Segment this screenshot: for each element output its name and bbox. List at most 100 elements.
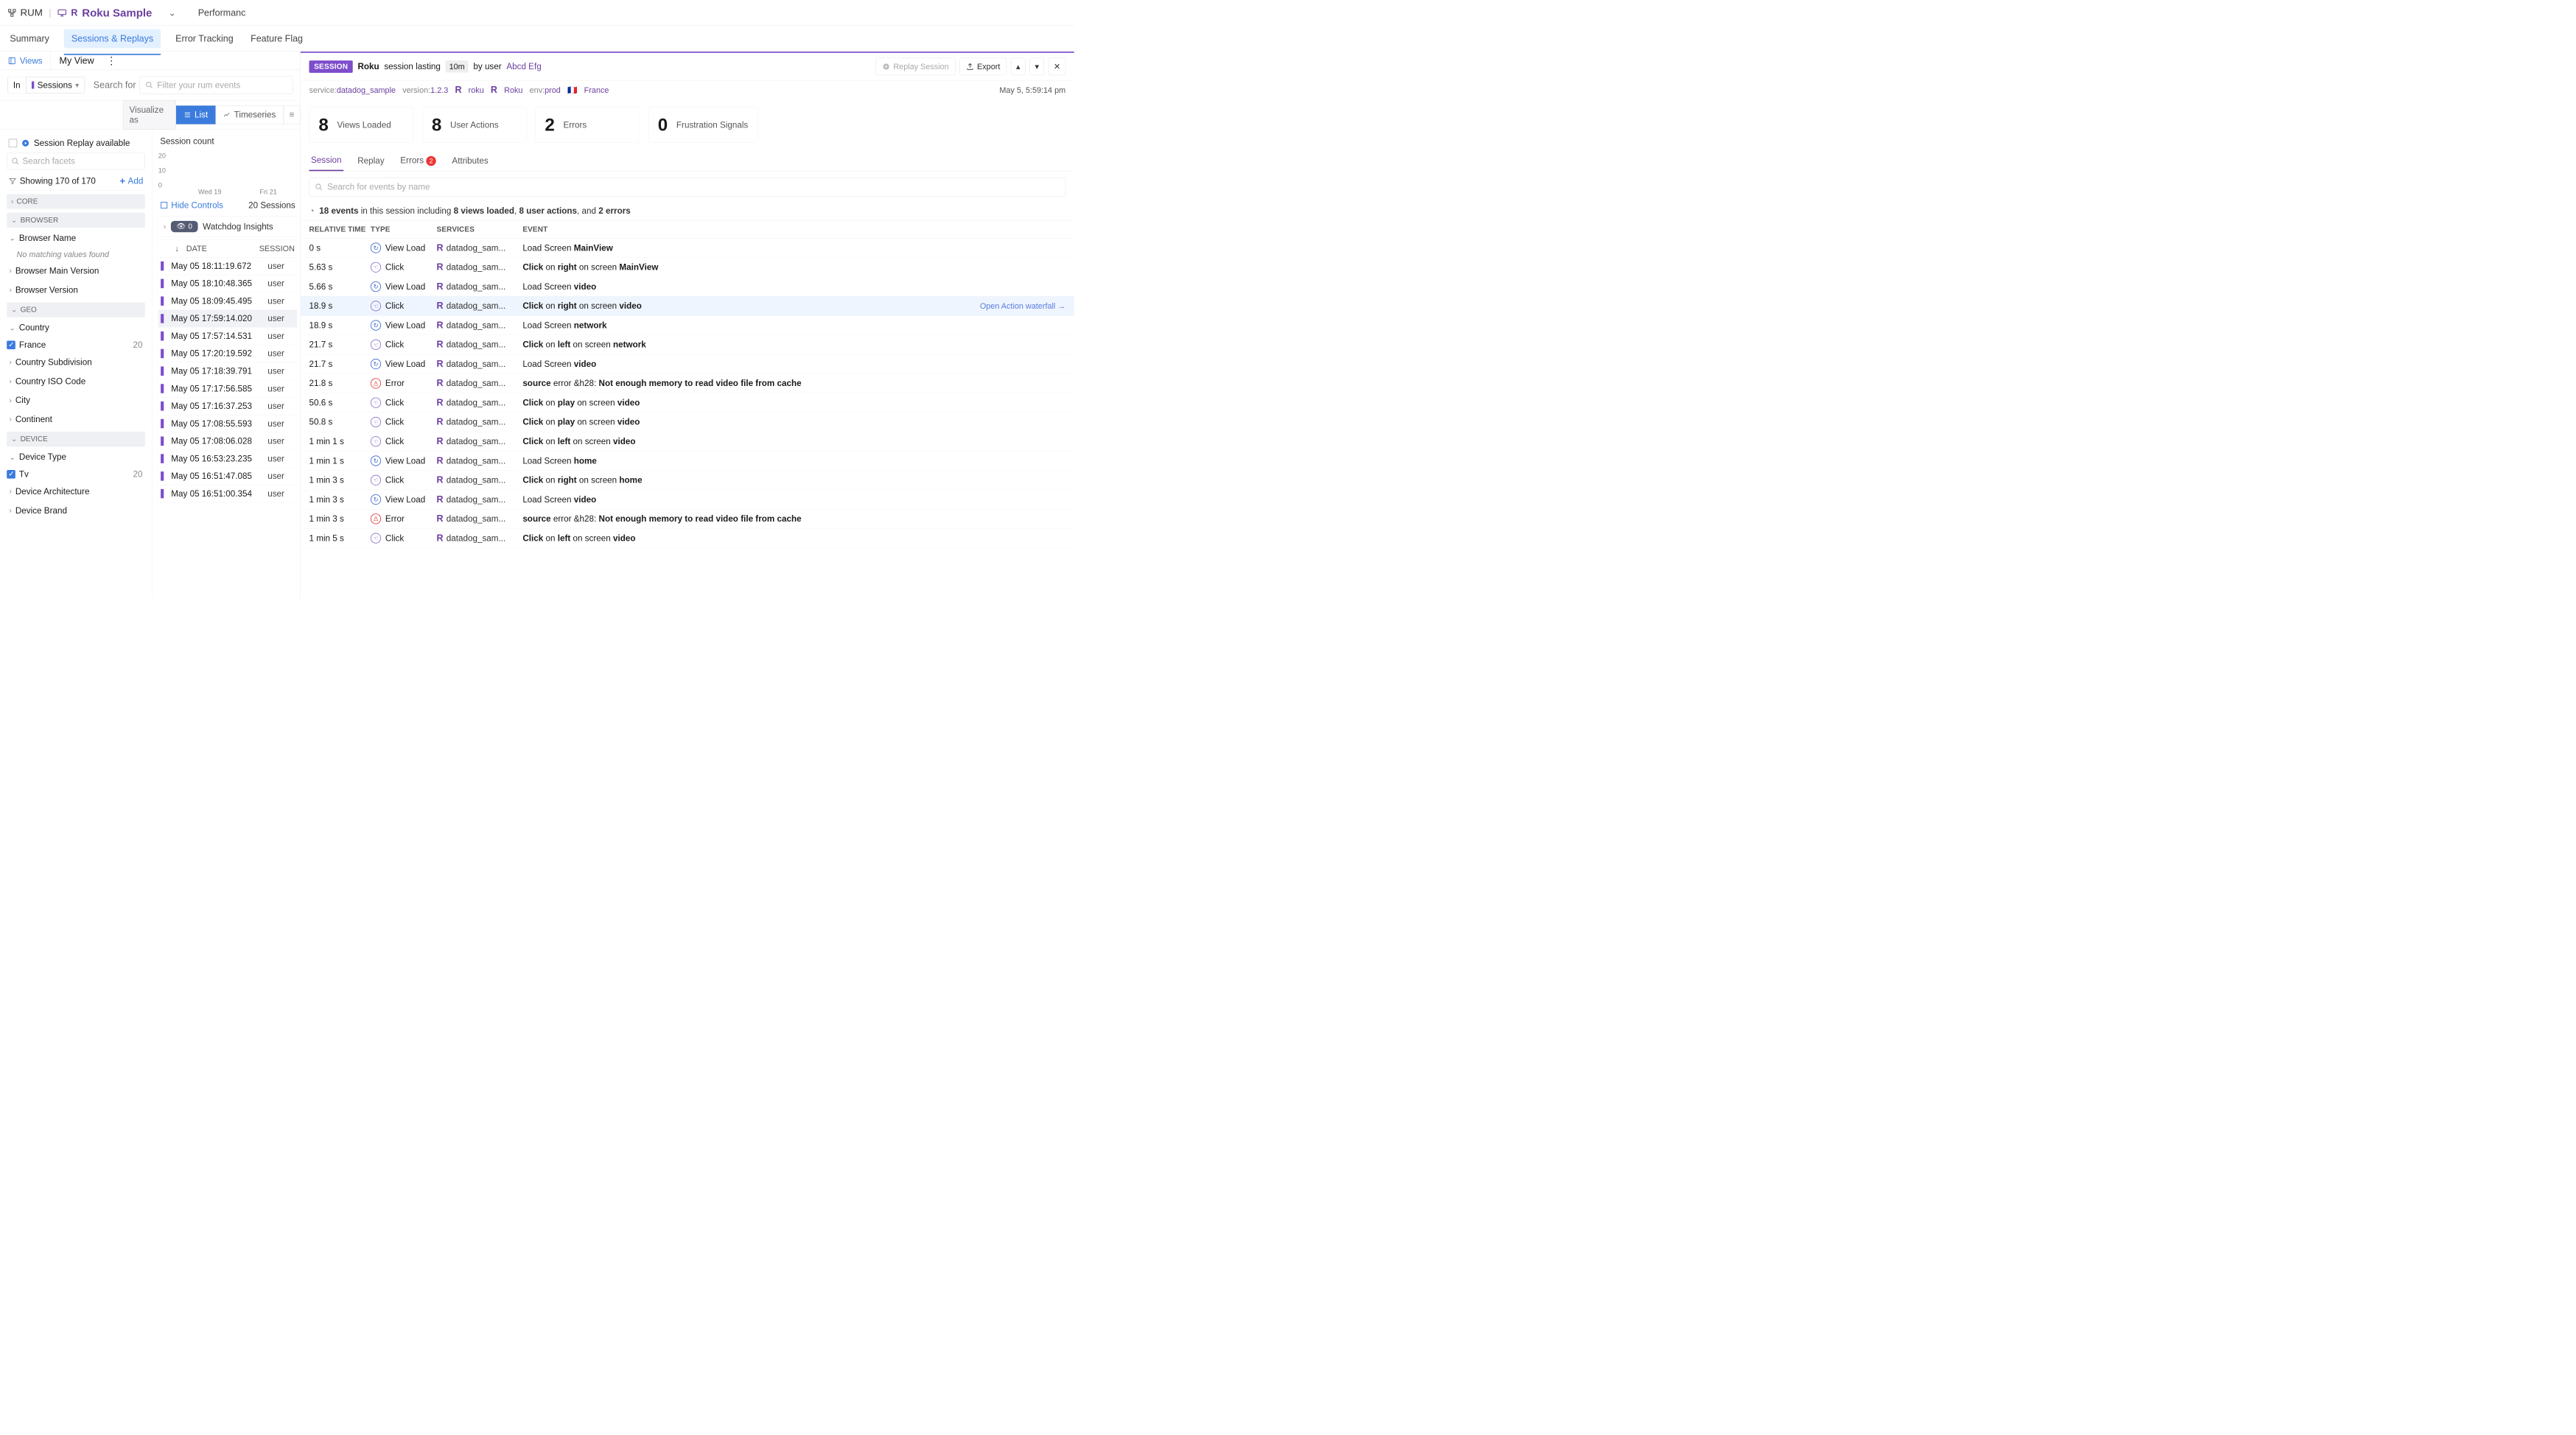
col-type[interactable]: TYPE xyxy=(371,225,437,234)
dtab-session[interactable]: Session xyxy=(309,150,344,171)
session-row[interactable]: May 05 18:10:48.365user xyxy=(158,275,297,292)
session-row[interactable]: May 05 16:51:47.085user xyxy=(158,468,297,485)
metric-card[interactable]: 8User Actions xyxy=(422,107,527,143)
tab-summary[interactable]: Summary xyxy=(7,27,52,51)
facet-group-device[interactable]: ⌄DEVICE xyxy=(7,432,145,446)
metric-card[interactable]: 2Errors xyxy=(535,107,640,143)
col-session[interactable]: SESSION xyxy=(259,244,295,253)
session-row[interactable]: May 05 17:59:14.020user xyxy=(158,310,297,328)
session-row[interactable]: May 05 16:53:23.235user xyxy=(158,450,297,468)
event-row[interactable]: 1 min 3 s☜ClickRdatadog_sam...Click on r… xyxy=(301,471,1074,490)
session-row[interactable]: May 05 16:51:00.354user xyxy=(158,485,297,502)
session-row[interactable]: May 05 17:17:56.585user xyxy=(158,380,297,398)
prev-button[interactable]: ▴ xyxy=(1011,57,1026,75)
tag-roku2[interactable]: Roku xyxy=(504,85,522,95)
next-button[interactable]: ▾ xyxy=(1029,57,1044,75)
viz-list[interactable]: List xyxy=(176,105,216,124)
tab-sessions-replays[interactable]: Sessions & Replays xyxy=(64,29,161,48)
event-row[interactable]: 18.9 s☜ClickRdatadog_sam...Click on righ… xyxy=(301,296,1074,315)
session-row[interactable]: May 05 17:18:39.791user xyxy=(158,362,297,380)
session-row[interactable]: May 05 17:08:06.028user xyxy=(158,432,297,450)
col-date[interactable]: DATE xyxy=(186,244,252,253)
facet-group-geo[interactable]: ⌄GEO xyxy=(7,302,145,317)
event-row[interactable]: 1 min 1 s☜ClickRdatadog_sam...Click on l… xyxy=(301,432,1074,451)
event-row[interactable]: 1 min 3 s↻View LoadRdatadog_sam...Load S… xyxy=(301,490,1074,509)
chevron-down-icon[interactable]: ⌄ xyxy=(166,4,179,21)
event-row[interactable]: 5.66 s↻View LoadRdatadog_sam...Load Scre… xyxy=(301,277,1074,296)
metric-card[interactable]: 8Views Loaded xyxy=(309,107,414,143)
tag-env[interactable]: prod xyxy=(545,85,561,95)
checkbox-tv[interactable] xyxy=(7,470,15,479)
facet-value-france[interactable]: France xyxy=(19,340,46,350)
session-row[interactable]: May 05 17:57:14.531user xyxy=(158,328,297,345)
dtab-replay[interactable]: Replay xyxy=(356,151,386,171)
views-button[interactable]: Views xyxy=(0,52,51,70)
checkbox[interactable] xyxy=(9,138,18,147)
event-row[interactable]: 5.63 s☜ClickRdatadog_sam...Click on righ… xyxy=(301,258,1074,277)
facet-device-type[interactable]: ⌄Device Type xyxy=(7,449,145,466)
facet-country[interactable]: ⌄Country xyxy=(7,319,145,336)
add-facet-button[interactable]: +Add xyxy=(119,175,143,186)
event-row[interactable]: 21.8 s⚠ErrorRdatadog_sam...source error … xyxy=(301,373,1074,393)
session-row[interactable]: May 05 17:20:19.592user xyxy=(158,345,297,362)
facet-city[interactable]: ›City xyxy=(7,392,145,409)
replay-available-filter[interactable]: Session Replay available xyxy=(7,135,145,151)
col-services[interactable]: SERVICES xyxy=(437,225,523,234)
tag-roku[interactable]: roku xyxy=(469,85,484,95)
col-relative-time[interactable]: RELATIVE TIME xyxy=(309,225,371,234)
dtab-attributes[interactable]: Attributes xyxy=(450,151,490,171)
event-row[interactable]: 18.9 s↻View LoadRdatadog_sam...Load Scre… xyxy=(301,316,1074,335)
rum-breadcrumb[interactable]: RUM xyxy=(7,7,43,18)
facet-browser-main[interactable]: ›Browser Main Version xyxy=(7,262,145,279)
tag-country[interactable]: France xyxy=(584,85,609,95)
facet-browser-version[interactable]: ›Browser Version xyxy=(7,281,145,298)
viz-timeseries[interactable]: Timeseries xyxy=(216,105,284,124)
tag-service[interactable]: datadog_sample xyxy=(337,85,396,95)
event-row[interactable]: 1 min 1 s↻View LoadRdatadog_sam...Load S… xyxy=(301,452,1074,471)
session-row[interactable]: May 05 17:08:55.593user xyxy=(158,415,297,432)
scope-sessions-pill[interactable]: Sessions▾ xyxy=(26,77,85,94)
hide-controls-button[interactable]: Hide Controls xyxy=(160,200,223,210)
tab-performance[interactable]: Performanc xyxy=(192,0,253,25)
event-row[interactable]: 21.7 s☜ClickRdatadog_sam...Click on left… xyxy=(301,335,1074,354)
facet-device-arch[interactable]: ›Device Architecture xyxy=(7,483,145,500)
search-input[interactable]: Filter your rum events xyxy=(140,76,293,94)
viz-more[interactable]: ≡ xyxy=(284,105,301,124)
event-row[interactable]: 50.8 s☜ClickRdatadog_sam...Click on play… xyxy=(301,413,1074,432)
watchdog-insights[interactable]: › 👁0 Watchdog Insights xyxy=(158,217,297,237)
facet-country-iso[interactable]: ›Country ISO Code xyxy=(7,373,145,390)
tab-my-view[interactable]: My View xyxy=(51,55,102,66)
event-row[interactable]: 1 min 3 s⚠ErrorRdatadog_sam...source err… xyxy=(301,509,1074,528)
metric-card[interactable]: 0Frustration Signals xyxy=(648,107,757,143)
replay-session-button[interactable]: Replay Session xyxy=(876,57,956,75)
close-button[interactable]: ✕ xyxy=(1049,57,1065,75)
search-facets-input[interactable]: Search facets xyxy=(7,153,145,170)
facet-country-sub[interactable]: ›Country Subdivision xyxy=(7,354,145,371)
dtab-errors[interactable]: Errors2 xyxy=(399,150,438,171)
facet-browser-name[interactable]: ⌄Browser Name xyxy=(7,229,145,246)
facet-device-brand[interactable]: ›Device Brand xyxy=(7,502,145,519)
event-row[interactable]: 0 s↻View LoadRdatadog_sam...Load Screen … xyxy=(301,239,1074,258)
more-icon[interactable]: ⋮ xyxy=(102,55,120,67)
scope-in-pill[interactable]: In xyxy=(7,77,26,94)
facet-group-browser[interactable]: ⌄BROWSER xyxy=(7,213,145,228)
session-row[interactable]: May 05 17:16:37.253user xyxy=(158,398,297,415)
facet-group-core[interactable]: ›CORE xyxy=(7,194,145,209)
event-row[interactable]: 21.7 s↻View LoadRdatadog_sam...Load Scre… xyxy=(301,354,1074,373)
facet-continent[interactable]: ›Continent xyxy=(7,411,145,428)
tag-version[interactable]: 1.2.3 xyxy=(430,85,448,95)
event-row[interactable]: 1 min 5 s☜ClickRdatadog_sam...Click on l… xyxy=(301,529,1074,548)
checkbox-france[interactable] xyxy=(7,340,15,349)
session-count-chart[interactable]: 20 10 0 Wed 19 Fri 21 xyxy=(158,152,297,194)
app-selector[interactable]: R Roku Sample ⌄ xyxy=(57,4,179,21)
events-search-input[interactable]: Search for events by name xyxy=(309,178,1066,197)
facet-value-tv[interactable]: Tv xyxy=(19,469,29,479)
col-event[interactable]: EVENT xyxy=(522,225,1065,234)
sort-icon[interactable]: ↓ xyxy=(175,244,178,253)
event-row[interactable]: 50.6 s☜ClickRdatadog_sam...Click on play… xyxy=(301,393,1074,413)
tab-feature-flag[interactable]: Feature Flag xyxy=(248,27,306,51)
session-row[interactable]: May 05 18:09:45.495user xyxy=(158,292,297,310)
open-waterfall-link[interactable]: Open Action waterfall → xyxy=(980,301,1065,311)
user-link[interactable]: Abcd Efg xyxy=(506,62,541,71)
session-row[interactable]: May 05 18:11:19.672user xyxy=(158,257,297,275)
